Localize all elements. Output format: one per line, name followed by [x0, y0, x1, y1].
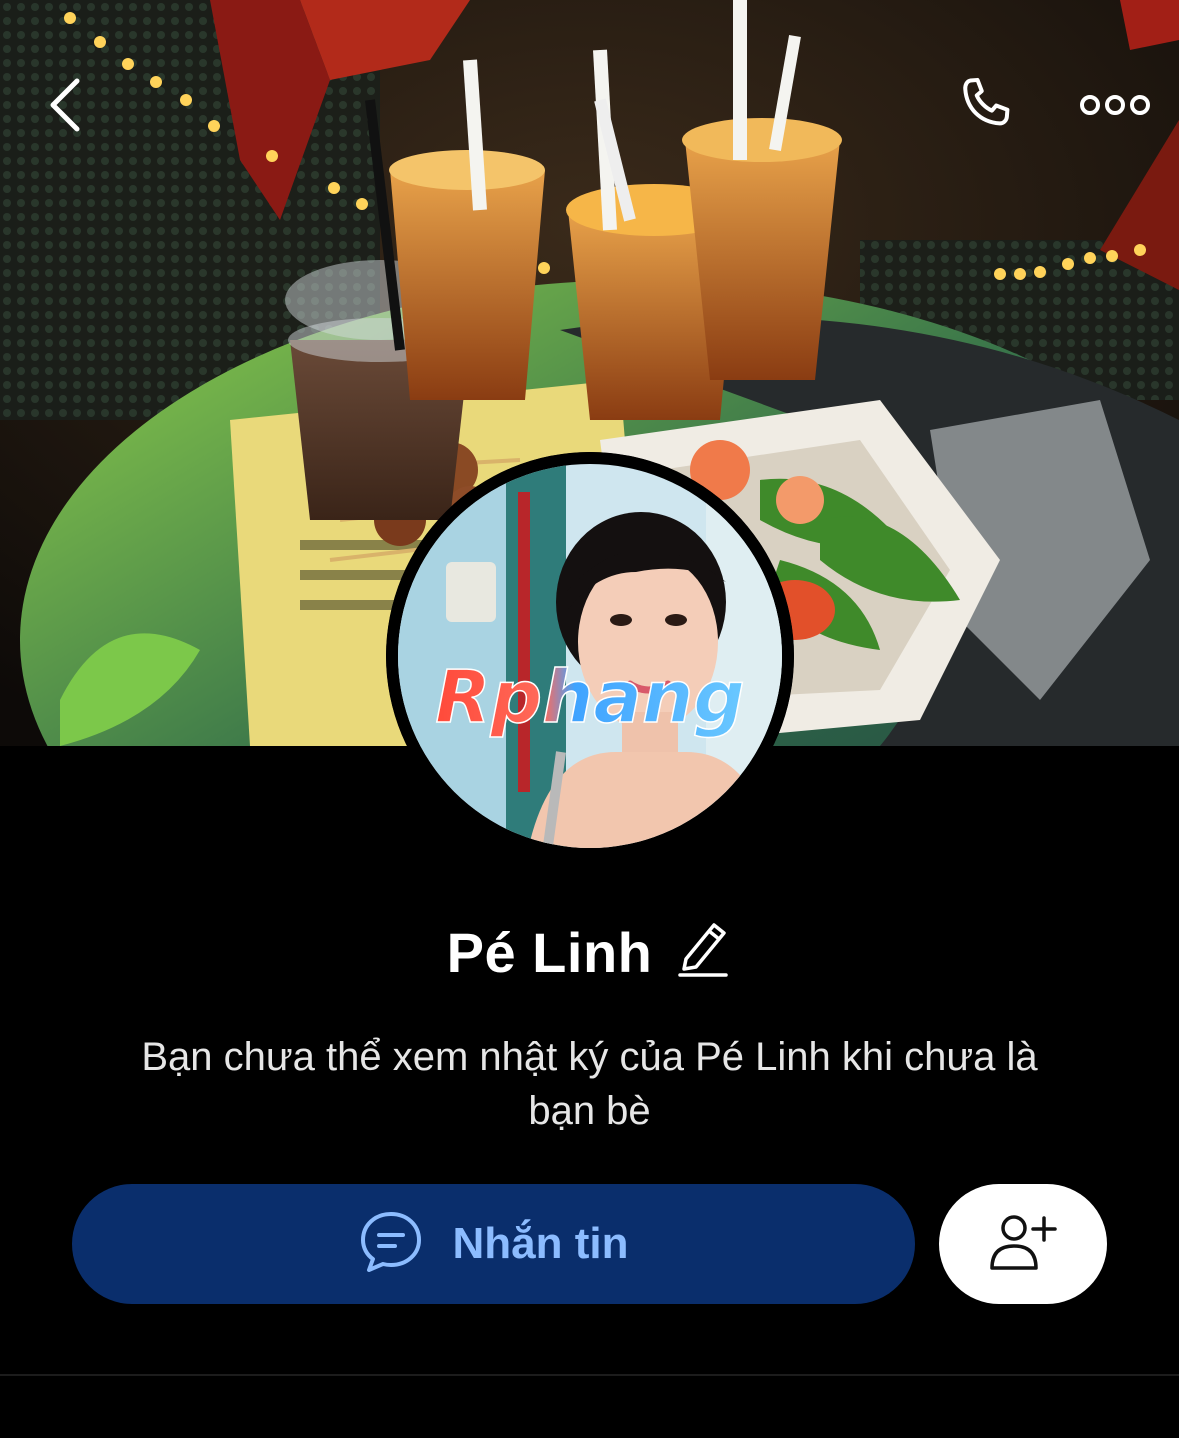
back-button[interactable] [30, 70, 100, 140]
name-row: Pé Linh [0, 912, 1179, 992]
chat-bubble-icon [359, 1210, 423, 1279]
profile-screen: Rphang Pé Linh Bạn chưa thể xem nhật ký … [0, 0, 1179, 1438]
profile-avatar[interactable]: Rphang [386, 452, 794, 860]
call-button[interactable] [945, 70, 1025, 140]
chevron-left-icon [45, 75, 85, 135]
notice-line-2: bạn bè [528, 1089, 651, 1133]
notice-line-1: Bạn chưa thể xem nhật ký của Pé Linh khi… [141, 1035, 1038, 1079]
more-options-button[interactable] [1070, 70, 1160, 140]
phone-icon [953, 73, 1017, 137]
profile-name: Pé Linh [446, 920, 653, 984]
pencil-icon [676, 917, 730, 982]
avatar-watermark: Rphang [435, 655, 745, 739]
more-dots-icon [1080, 93, 1150, 117]
add-friend-button[interactable] [939, 1184, 1107, 1304]
friend-restriction-notice: Bạn chưa thể xem nhật ký của Pé Linh khi… [60, 1030, 1119, 1138]
edit-name-button[interactable] [674, 918, 732, 986]
send-message-label: Nhắn tin [452, 1219, 629, 1268]
add-friend-icon [988, 1212, 1058, 1277]
section-divider [0, 1374, 1179, 1376]
send-message-button[interactable]: Nhắn tin [72, 1184, 915, 1304]
